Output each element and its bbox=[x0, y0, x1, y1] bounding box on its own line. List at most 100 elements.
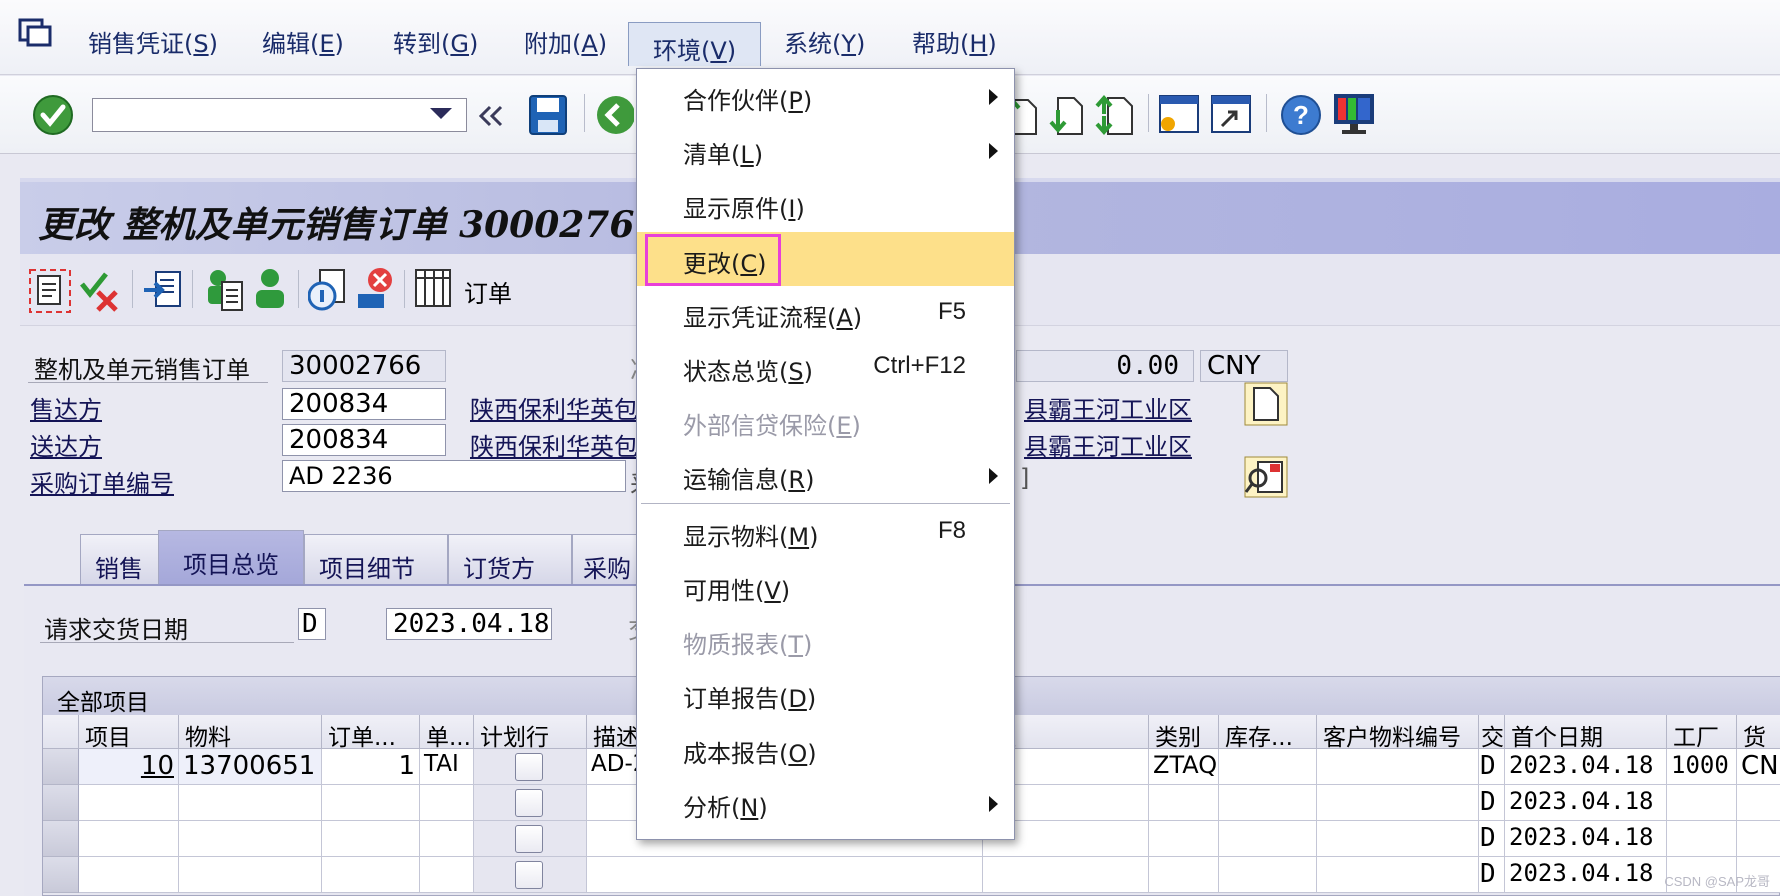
menu-item-partner[interactable]: 合作伙伴(P) bbox=[637, 69, 1014, 123]
menu-item-order-report[interactable]: 订单报告(D) bbox=[637, 667, 1014, 721]
menu-system[interactable]: 系统(Y) bbox=[784, 24, 865, 59]
menu-environment[interactable]: 环境(V) bbox=[628, 22, 762, 66]
menu-item-analysis[interactable]: 分析(N) bbox=[637, 776, 1014, 830]
order-button-label[interactable]: 订单 bbox=[464, 274, 512, 309]
col-plant[interactable]: 工厂 bbox=[1667, 715, 1737, 749]
row-selector[interactable] bbox=[43, 749, 79, 785]
col-customer-material[interactable]: 客户物料编号 bbox=[1317, 715, 1479, 749]
menu-item-availability[interactable]: 可用性(V) bbox=[637, 559, 1014, 613]
import-icon[interactable] bbox=[142, 268, 182, 312]
ship-to-address[interactable]: 县霸王河工业区 bbox=[1024, 427, 1192, 462]
cell-plant[interactable] bbox=[1667, 785, 1737, 821]
schedule-line-checkbox[interactable] bbox=[515, 861, 543, 889]
ship-to-label[interactable]: 送达方 bbox=[30, 427, 102, 462]
cell-first-date[interactable]: 2023.04.18 bbox=[1505, 749, 1667, 785]
cell-item[interactable]: 10 bbox=[79, 749, 179, 785]
cell-stock[interactable] bbox=[1219, 821, 1317, 857]
col-delivery[interactable]: 交 bbox=[1479, 715, 1505, 749]
back-nav-icon[interactable] bbox=[594, 94, 634, 136]
cell-material[interactable] bbox=[179, 857, 322, 893]
partner-icon[interactable] bbox=[204, 266, 244, 312]
sold-to-name[interactable]: 陕西保利华英包 bbox=[470, 390, 638, 425]
command-field[interactable] bbox=[92, 98, 467, 132]
menu-item-list[interactable]: 清单(L) bbox=[637, 123, 1014, 177]
menu-item-document-flow[interactable]: 显示凭证流程(A) F5 bbox=[637, 286, 1014, 340]
cell-item[interactable] bbox=[79, 785, 179, 821]
sold-to-field[interactable]: 200834 bbox=[282, 388, 446, 420]
menu-goto[interactable]: 转到(G) bbox=[393, 24, 478, 59]
menu-item-status-overview[interactable]: 状态总览(S) Ctrl+F12 bbox=[637, 340, 1014, 394]
app-menu-icon[interactable] bbox=[18, 18, 52, 48]
cell-order-qty[interactable] bbox=[322, 821, 420, 857]
cell-material[interactable] bbox=[179, 821, 322, 857]
cell-stock[interactable] bbox=[1219, 749, 1317, 785]
col-unit[interactable]: 单... bbox=[420, 715, 474, 749]
ship-to-field[interactable]: 200834 bbox=[282, 424, 446, 456]
cell-unit[interactable] bbox=[420, 821, 474, 857]
cell-item[interactable] bbox=[79, 821, 179, 857]
person-icon[interactable] bbox=[252, 266, 288, 312]
cell-category[interactable]: ZTAQ bbox=[1149, 749, 1219, 785]
document-icon[interactable] bbox=[1244, 382, 1288, 426]
cell-currency[interactable]: CN bbox=[1737, 749, 1780, 785]
cell-material[interactable] bbox=[179, 785, 322, 821]
cell-first-date[interactable]: 2023.04.18 bbox=[1505, 857, 1667, 893]
check-cancel-icon[interactable] bbox=[78, 268, 122, 314]
col-stock[interactable]: 库存... bbox=[1219, 715, 1317, 749]
chevron-down-icon[interactable] bbox=[430, 108, 452, 119]
cell-first-date[interactable]: 2023.04.18 bbox=[1505, 785, 1667, 821]
col-category[interactable]: 类别 bbox=[1149, 715, 1219, 749]
menu-item-cost-report[interactable]: 成本报告(O) bbox=[637, 722, 1014, 776]
back-icon[interactable] bbox=[478, 104, 504, 128]
menu-help[interactable]: 帮助(H) bbox=[912, 24, 997, 59]
save-icon[interactable] bbox=[528, 94, 568, 136]
req-date-field[interactable]: 2023.04.18 bbox=[386, 608, 552, 640]
menu-sales-document[interactable]: 销售凭证(S) bbox=[88, 24, 218, 59]
cell-material[interactable]: 13700651 bbox=[179, 749, 322, 785]
cell-delivery[interactable]: D bbox=[1479, 821, 1505, 857]
cell-customer-material[interactable] bbox=[1317, 749, 1479, 785]
info-icon[interactable] bbox=[308, 268, 348, 312]
address-icon[interactable] bbox=[1244, 456, 1288, 498]
cell-order-qty[interactable] bbox=[322, 857, 420, 893]
col-item[interactable]: 项目 bbox=[79, 715, 179, 749]
tab-item-detail[interactable]: 项目细节 bbox=[304, 534, 448, 584]
monitor-icon[interactable] bbox=[1332, 92, 1376, 136]
row-selector[interactable] bbox=[43, 821, 79, 857]
cell-plant[interactable]: 1000 bbox=[1667, 749, 1737, 785]
col-material[interactable]: 物料 bbox=[179, 715, 322, 749]
po-number-label[interactable]: 采购订单编号 bbox=[30, 464, 174, 499]
ship-to-name[interactable]: 陕西保利华英包 bbox=[470, 427, 638, 462]
cell-plant[interactable] bbox=[1667, 821, 1737, 857]
cell-customer-material[interactable] bbox=[1317, 821, 1479, 857]
cell-order-qty[interactable] bbox=[322, 785, 420, 821]
col-currency[interactable]: 货 bbox=[1737, 715, 1780, 749]
req-date-type-field[interactable]: D bbox=[298, 608, 326, 640]
download-icon[interactable] bbox=[1048, 92, 1084, 136]
layout-icon[interactable] bbox=[1158, 92, 1200, 136]
cell-category[interactable] bbox=[1149, 821, 1219, 857]
cell-unit[interactable] bbox=[420, 785, 474, 821]
enter-check-icon[interactable] bbox=[32, 94, 74, 136]
cell-stock[interactable] bbox=[1219, 857, 1317, 893]
shortcut-icon[interactable] bbox=[1210, 92, 1252, 136]
cell-item[interactable] bbox=[79, 857, 179, 893]
cell-stock[interactable] bbox=[1219, 785, 1317, 821]
menu-edit[interactable]: 编辑(E) bbox=[262, 24, 344, 59]
schedule-line-checkbox[interactable] bbox=[515, 825, 543, 853]
select-all-column[interactable] bbox=[43, 715, 79, 749]
sold-to-label[interactable]: 售达方 bbox=[30, 390, 102, 425]
schedule-line-checkbox[interactable] bbox=[515, 753, 543, 781]
cell-unit[interactable] bbox=[420, 857, 474, 893]
cell-customer-material[interactable] bbox=[1317, 857, 1479, 893]
cell-delivery[interactable]: D bbox=[1479, 857, 1505, 893]
cell-unit[interactable]: TAI bbox=[420, 749, 474, 785]
tab-item-overview[interactable]: 项目总览 bbox=[158, 530, 304, 586]
sold-to-address[interactable]: 县霸王河工业区 bbox=[1024, 390, 1192, 425]
cell-first-date[interactable]: 2023.04.18 bbox=[1505, 821, 1667, 857]
cell-currency[interactable] bbox=[1737, 785, 1780, 821]
col-schedule-line[interactable]: 计划行 bbox=[474, 715, 587, 749]
row-selector[interactable] bbox=[43, 785, 79, 821]
transfer-icon[interactable] bbox=[1094, 92, 1134, 136]
table-icon[interactable] bbox=[414, 268, 452, 308]
